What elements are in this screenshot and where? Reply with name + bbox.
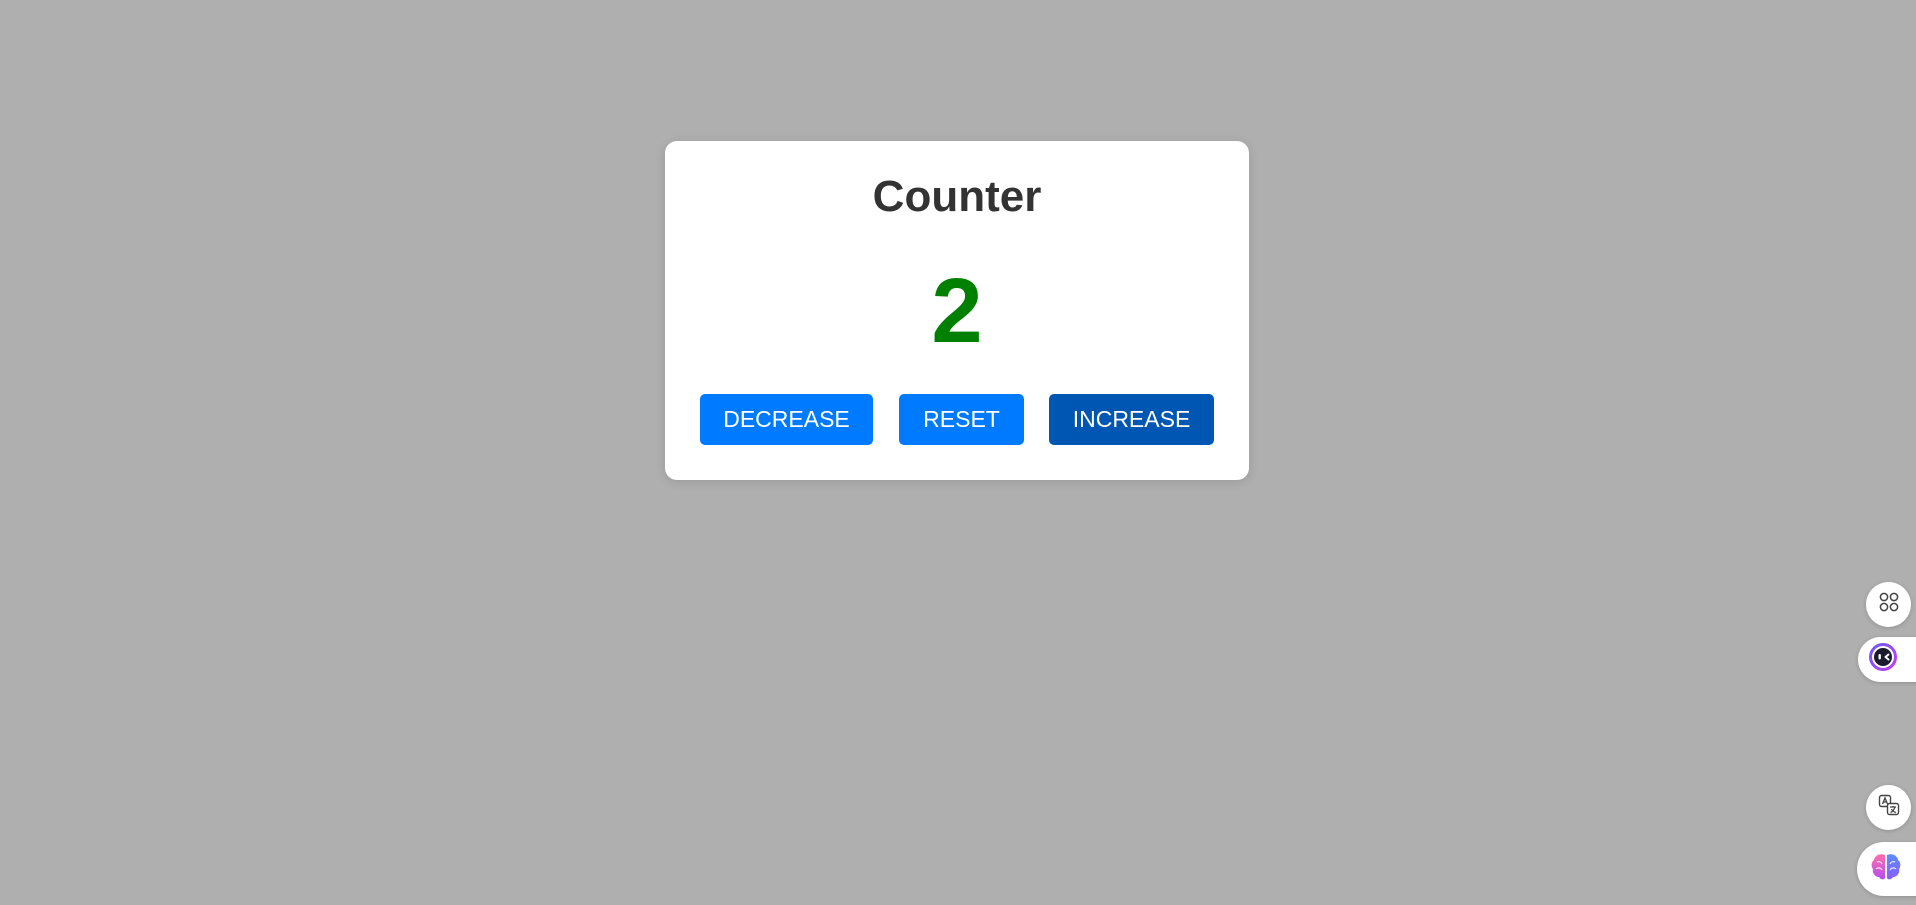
assistant-face-icon — [1868, 642, 1898, 677]
translate-widget-button[interactable] — [1866, 785, 1911, 830]
apps-grid-icon — [1878, 591, 1900, 618]
counter-title: Counter — [872, 172, 1042, 221]
counter-value: 2 — [931, 260, 983, 362]
reset-button[interactable]: RESET — [899, 394, 1024, 445]
apps-widget-button[interactable] — [1866, 582, 1911, 627]
translate-icon — [1877, 793, 1901, 822]
increase-button[interactable]: INCREASE — [1049, 394, 1214, 445]
page-background: Counter 2 DECREASE RESET INCREASE — [0, 0, 1916, 905]
assistant-widget-button[interactable] — [1858, 637, 1916, 682]
decrease-button[interactable]: DECREASE — [700, 394, 873, 445]
brain-widget-button[interactable] — [1857, 842, 1916, 896]
brain-icon — [1870, 852, 1902, 887]
counter-card: Counter 2 DECREASE RESET INCREASE — [665, 141, 1249, 480]
